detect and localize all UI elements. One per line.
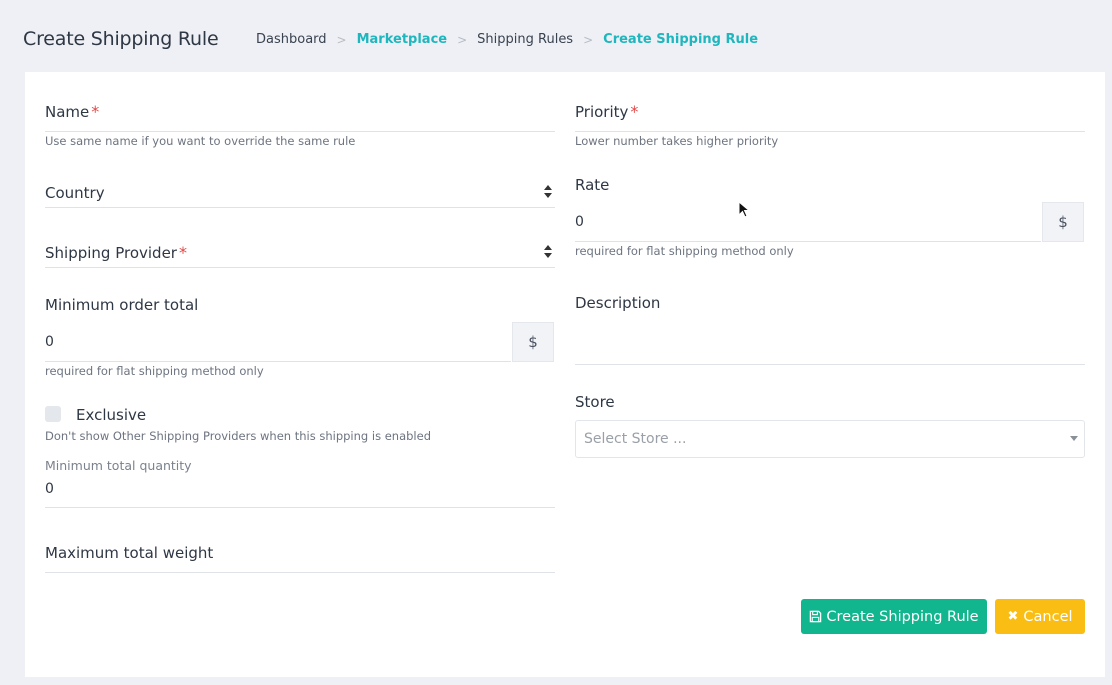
- cancel-button[interactable]: ✖ Cancel: [995, 599, 1085, 634]
- store-placeholder: Select Store ...: [584, 431, 687, 447]
- select-arrows-icon: [544, 245, 552, 259]
- description-input[interactable]: [575, 364, 1085, 365]
- min-order-total-label: Minimum order total: [45, 296, 199, 314]
- min-order-total-help: required for flat shipping method only: [45, 364, 264, 378]
- min-total-quantity-underline: [45, 507, 555, 508]
- priority-help: Lower number takes higher priority: [575, 134, 779, 148]
- name-help: Use same name if you want to override th…: [45, 134, 356, 148]
- breadcrumb: Dashboard > Marketplace > Shipping Rules…: [256, 32, 758, 47]
- shipping-provider-select[interactable]: Shipping Provider *: [45, 243, 187, 262]
- exclusive-help: Don't show Other Shipping Providers when…: [45, 429, 431, 443]
- required-marker: *: [178, 243, 187, 262]
- breadcrumb-marketplace[interactable]: Marketplace: [357, 32, 448, 47]
- rate-label: Rate: [575, 176, 610, 194]
- name-input[interactable]: [45, 131, 555, 132]
- min-total-quantity-label: Minimum total quantity: [45, 458, 192, 473]
- dollar-addon: $: [1042, 202, 1084, 242]
- store-label: Store: [575, 393, 615, 411]
- required-marker: *: [630, 102, 639, 121]
- rate-help: required for flat shipping method only: [575, 244, 794, 258]
- exclusive-label: Exclusive: [76, 406, 147, 424]
- select-arrows-icon: [544, 185, 552, 199]
- page-header: Create Shipping Rule Dashboard > Marketp…: [0, 0, 1112, 72]
- required-marker: *: [91, 102, 100, 121]
- rate-underline: [575, 241, 1041, 242]
- description-label: Description: [575, 294, 661, 312]
- exclusive-checkbox[interactable]: [45, 406, 61, 422]
- page-title: Create Shipping Rule: [23, 28, 219, 50]
- country-underline: [45, 207, 555, 208]
- name-label: Name *: [45, 102, 100, 121]
- chevron-right-icon: >: [457, 32, 468, 47]
- dollar-addon: $: [512, 322, 554, 362]
- create-shipping-rule-button[interactable]: Create Shipping Rule: [801, 599, 987, 634]
- close-icon: ✖: [1007, 609, 1019, 624]
- min-order-total-input[interactable]: 0: [45, 334, 54, 350]
- caret-down-icon: [1070, 436, 1078, 441]
- chevron-right-icon: >: [336, 32, 347, 47]
- rate-input[interactable]: 0: [575, 214, 584, 230]
- store-select[interactable]: Select Store ...: [575, 420, 1085, 458]
- mouse-cursor-icon: [738, 201, 750, 218]
- max-total-weight-input[interactable]: Maximum total weight: [45, 543, 213, 562]
- breadcrumb-create-shipping-rule: Create Shipping Rule: [603, 32, 759, 47]
- min-order-total-underline: [45, 361, 511, 362]
- country-select[interactable]: Country: [45, 183, 105, 202]
- shipping-rule-form: Name * Use same name if you want to overr…: [25, 72, 1105, 677]
- create-button-label: Create Shipping Rule: [826, 608, 979, 625]
- min-total-quantity-input[interactable]: 0: [45, 481, 54, 497]
- shipping-provider-underline: [45, 267, 555, 268]
- priority-input[interactable]: [575, 131, 1085, 132]
- cancel-button-label: Cancel: [1023, 608, 1073, 625]
- save-icon: [810, 610, 822, 623]
- priority-label: Priority *: [575, 102, 639, 121]
- breadcrumb-shipping-rules[interactable]: Shipping Rules: [477, 32, 573, 47]
- chevron-right-icon: >: [583, 32, 594, 47]
- breadcrumb-dashboard[interactable]: Dashboard: [256, 32, 327, 47]
- max-total-weight-underline: [45, 572, 555, 573]
